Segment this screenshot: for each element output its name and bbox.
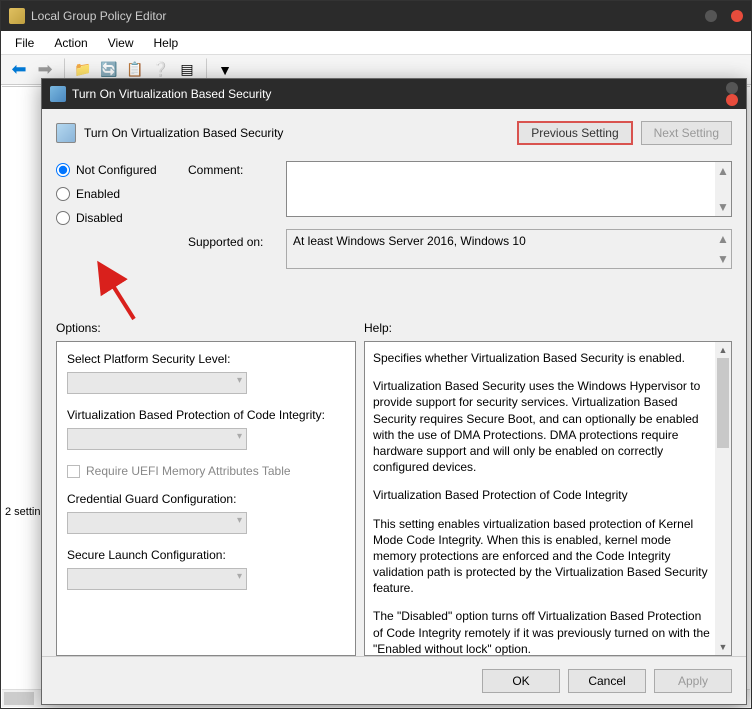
radio-disabled[interactable]: Disabled [56,211,176,225]
uefi-checkbox-label: Require UEFI Memory Attributes Table [86,464,291,478]
dialog-title: Turn On Virtualization Based Security [72,87,726,101]
radio-not-configured[interactable]: Not Configured [56,163,176,177]
secure-launch-label: Secure Launch Configuration: [67,548,345,562]
policy-dialog: Turn On Virtualization Based Security Tu… [41,78,747,705]
dialog-close-button[interactable] [726,94,738,106]
help-p5: The "Disabled" option turns off Virtuali… [373,608,711,656]
menu-file[interactable]: File [7,34,42,52]
next-setting-button: Next Setting [641,121,732,145]
supported-field: At least Windows Server 2016, Windows 10… [286,229,732,269]
app-icon [9,8,25,24]
platform-level-dropdown [67,372,247,394]
setting-title: Turn On Virtualization Based Security [84,126,509,140]
menu-view[interactable]: View [100,34,142,52]
help-scrollbar[interactable]: ▲▼ [715,342,731,655]
radio-disabled-input[interactable] [56,211,70,225]
parent-titlebar: Local Group Policy Editor [1,1,751,31]
radio-disabled-label: Disabled [76,211,123,225]
dialog-titlebar: Turn On Virtualization Based Security [42,79,746,109]
radio-not-configured-label: Not Configured [76,163,157,177]
supported-label: Supported on: [188,235,274,249]
menu-help[interactable]: Help [146,34,187,52]
secure-launch-dropdown [67,568,247,590]
uefi-checkbox-row: Require UEFI Memory Attributes Table [67,464,345,478]
parent-title: Local Group Policy Editor [31,9,705,23]
close-button[interactable] [731,10,743,22]
supported-value: At least Windows Server 2016, Windows 10 [293,234,526,248]
radio-enabled-input[interactable] [56,187,70,201]
help-label: Help: [364,321,732,335]
comment-label: Comment: [188,163,274,177]
platform-level-label: Select Platform Security Level: [67,352,345,366]
ok-button[interactable]: OK [482,669,560,693]
help-p4: This setting enables virtualization base… [373,516,711,597]
menubar: File Action View Help [1,31,751,55]
setting-icon [56,123,76,143]
code-integrity-label: Virtualization Based Protection of Code … [67,408,345,422]
back-button[interactable]: ⬅ [7,58,31,82]
uefi-checkbox [67,465,80,478]
dialog-footer: OK Cancel Apply [42,656,746,704]
dialog-minimize-button[interactable] [726,82,738,94]
help-box: Specifies whether Virtualization Based S… [364,341,732,656]
previous-setting-button[interactable]: Previous Setting [517,121,632,145]
options-box: Select Platform Security Level: Virtuali… [56,341,356,656]
menu-action[interactable]: Action [46,34,95,52]
help-p3: Virtualization Based Protection of Code … [373,487,711,503]
help-p1: Specifies whether Virtualization Based S… [373,350,711,366]
cred-guard-label: Credential Guard Configuration: [67,492,345,506]
code-integrity-dropdown [67,428,247,450]
radio-enabled-label: Enabled [76,187,120,201]
radio-not-configured-input[interactable] [56,163,70,177]
minimize-button[interactable] [705,10,717,22]
help-p2: Virtualization Based Security uses the W… [373,378,711,475]
dialog-app-icon [50,86,66,102]
radio-enabled[interactable]: Enabled [56,187,176,201]
options-label: Options: [56,321,356,335]
comment-field[interactable]: ▲▼ [286,161,732,217]
apply-button: Apply [654,669,732,693]
cancel-button[interactable]: Cancel [568,669,646,693]
cred-guard-dropdown [67,512,247,534]
